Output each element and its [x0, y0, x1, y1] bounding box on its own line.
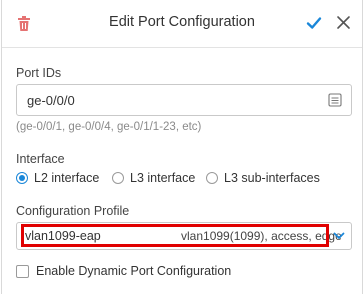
edit-port-config-panel: Edit Port Configuration Port IDs ge-0/0/… — [1, 0, 363, 294]
profile-name: vlan1099-eap — [25, 229, 101, 243]
config-profile-label: Configuration Profile — [16, 204, 130, 218]
radio-l2-label: L2 interface — [34, 171, 100, 185]
port-ids-hint: (ge-0/0/1, ge-0/0/4, ge-0/1/1-23, etc) — [16, 121, 202, 133]
radio-selected-icon[interactable] — [16, 172, 28, 184]
check-icon[interactable] — [306, 15, 322, 31]
dynamic-port-label: Enable Dynamic Port Configuration — [36, 264, 232, 278]
radio-l3-label: L3 interface — [130, 171, 196, 185]
port-ids-label: Port IDs — [16, 66, 62, 80]
list-select-icon[interactable] — [328, 93, 342, 107]
close-icon[interactable] — [336, 15, 351, 30]
panel-header: Edit Port Configuration — [2, 0, 362, 48]
config-profile-select[interactable]: vlan1099-eap vlan1099(1099), access, edg… — [16, 222, 352, 250]
radio-l3-sub-label: L3 sub-interfaces — [224, 171, 320, 185]
port-ids-value[interactable]: ge-0/0/0 — [27, 93, 75, 108]
dynamic-port-checkbox[interactable] — [16, 265, 29, 278]
chevron-down-icon[interactable] — [333, 231, 345, 241]
interface-label: Interface — [16, 152, 65, 166]
profile-detail: vlan1099(1099), access, edge — [181, 229, 342, 243]
port-ids-input[interactable]: ge-0/0/0 — [16, 84, 352, 116]
radio-unselected-icon[interactable] — [112, 172, 124, 184]
radio-unselected-icon[interactable] — [206, 172, 218, 184]
